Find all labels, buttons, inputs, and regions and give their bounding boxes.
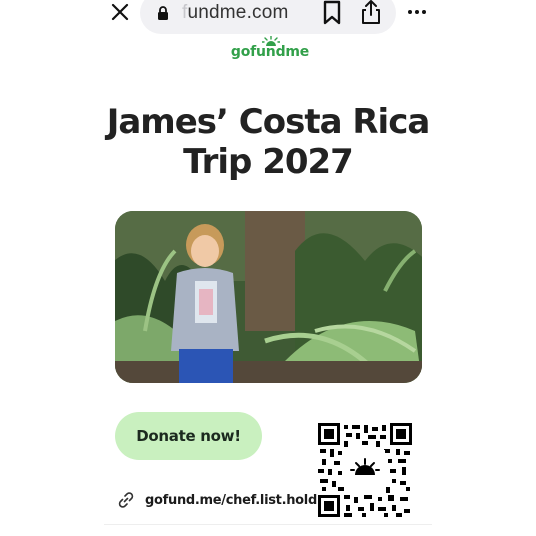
gofundme-logo[interactable]: gofundme [220,36,320,66]
url-domain: undme.com [187,2,289,23]
page-title: James’ Costa Rica Trip 2027 [60,102,476,182]
qr-code [318,423,412,517]
link-icon [118,492,134,508]
fundraiser-photo [115,211,422,383]
bookmark-icon[interactable] [322,0,342,26]
title-line-1: James’ Costa Rica [106,102,431,142]
share-link[interactable]: gofund.me/chef.list.hold [117,489,317,511]
donate-button[interactable]: Donate now! [115,412,262,460]
url-text[interactable]: fundme.com [182,2,289,24]
share-icon[interactable] [360,0,382,25]
title-line-2: Trip 2027 [183,142,354,182]
divider [104,524,432,525]
browser-toolbar: fundme.com [0,0,536,34]
close-icon[interactable] [110,2,130,22]
lock-icon [158,6,168,20]
photo-illustration [115,211,422,383]
short-link-text[interactable]: gofund.me/chef.list.hold [145,493,317,508]
address-bar[interactable]: fundme.com [140,0,396,34]
more-icon[interactable] [407,4,427,20]
logo-text: gofundme [230,44,310,60]
